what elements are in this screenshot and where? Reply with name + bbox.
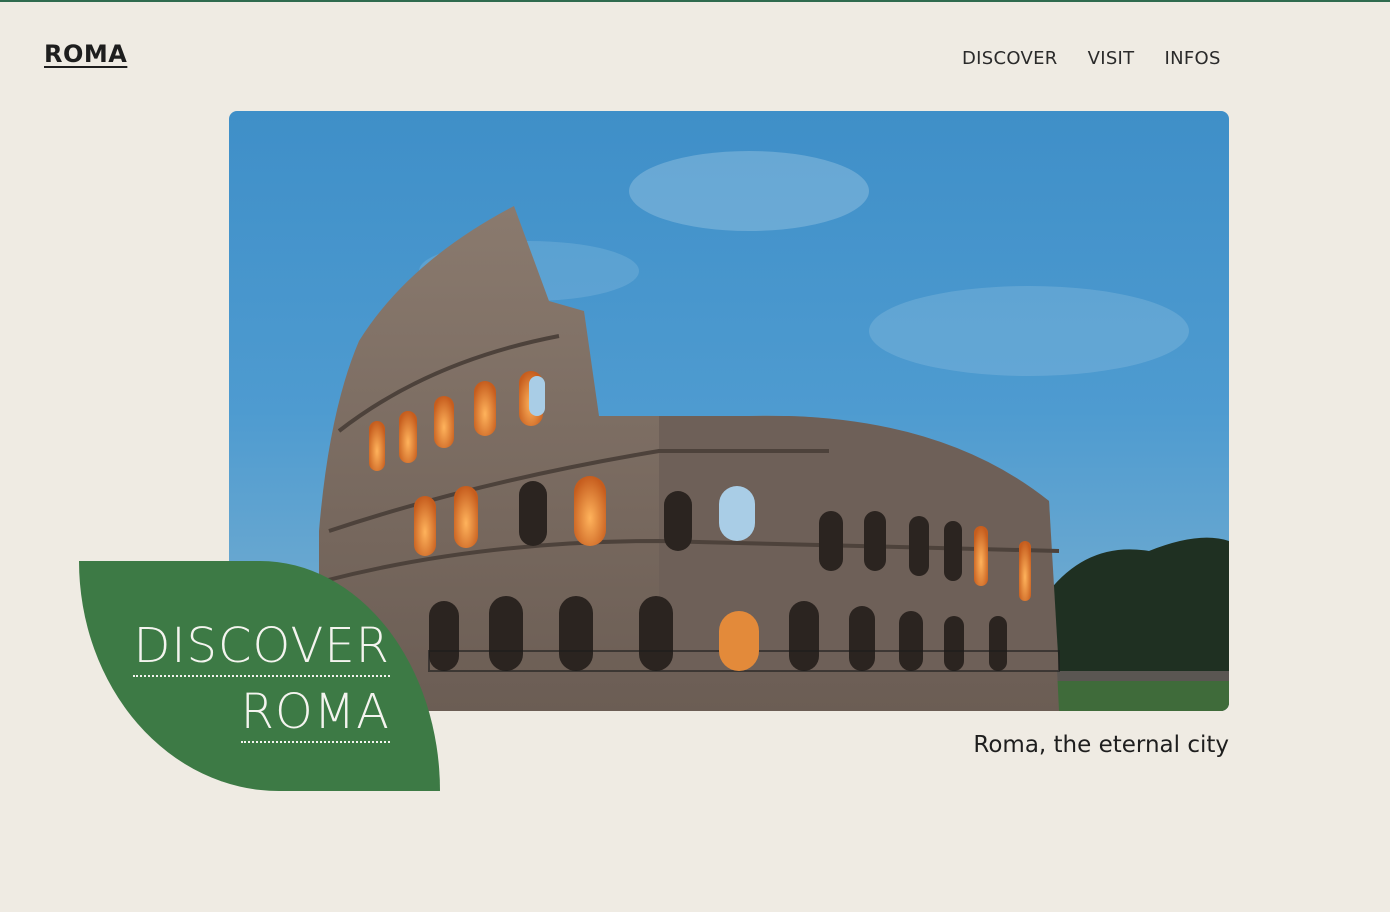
nav-infos[interactable]: INFOS bbox=[1164, 48, 1220, 69]
badge-line-roma: ROMA bbox=[240, 683, 390, 743]
site-logo[interactable]: ROMA bbox=[44, 40, 127, 68]
nav-visit[interactable]: VISIT bbox=[1088, 48, 1135, 69]
top-border bbox=[0, 0, 1390, 2]
nav-discover[interactable]: DISCOVER bbox=[962, 48, 1058, 69]
main-nav: DISCOVER VISIT INFOS bbox=[962, 48, 1221, 69]
badge-line-discover: DISCOVER bbox=[133, 617, 390, 677]
hero-caption: Roma, the eternal city bbox=[973, 732, 1229, 758]
badge-title[interactable]: DISCOVER ROMA bbox=[133, 613, 390, 745]
